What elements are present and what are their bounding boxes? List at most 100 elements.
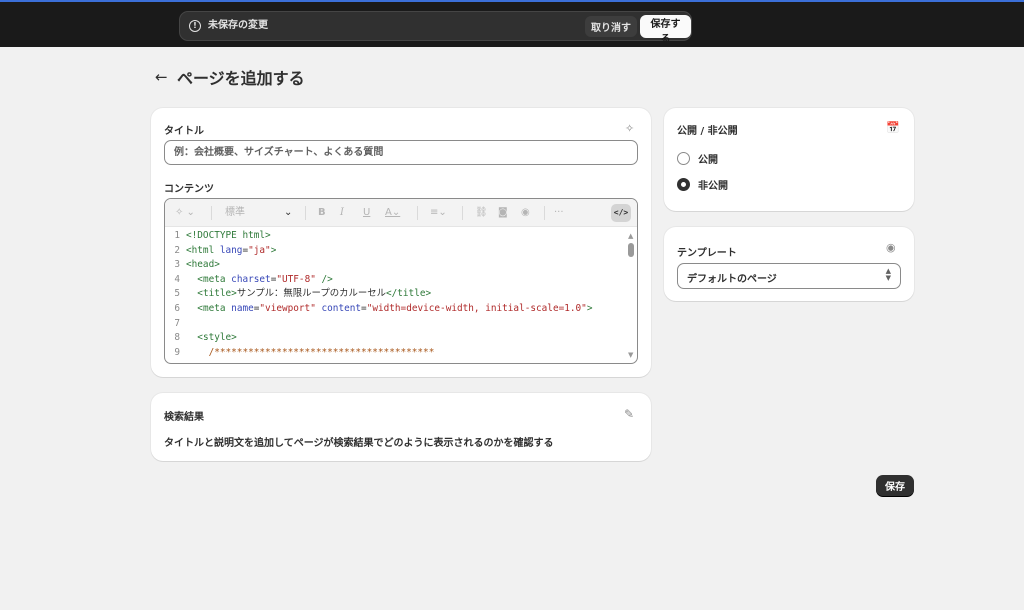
select-arrows-icon: ▲ ▼ [885, 267, 891, 282]
editor-toolbar: ✧ ⌄ 標準 ⌄ B I U A⌄ ≡⌄ ⛓ ◙ ◉ ··· </> [165, 199, 637, 227]
code-token: <meta [197, 273, 232, 285]
back-arrow-icon[interactable]: ← [155, 68, 173, 86]
line-number: 4 [174, 273, 180, 285]
line-number: 3 [174, 259, 180, 271]
code-token: <style> [197, 332, 237, 344]
line-number: 9 [174, 346, 180, 358]
code-token: <html [186, 244, 220, 256]
calendar-clock-icon[interactable]: 📅 [886, 122, 900, 134]
underline-icon[interactable]: U [363, 206, 370, 220]
code-token: </title> [385, 288, 432, 300]
code-line: 6 <meta name="viewport" content="width=d… [165, 302, 627, 317]
save-button[interactable]: 保存 [876, 475, 914, 496]
code-token: "UTF-8" [276, 273, 316, 285]
discard-button[interactable]: 取り消す [585, 16, 637, 37]
toolbar-divider [544, 206, 545, 220]
search-results-label: 検索結果 [164, 412, 204, 423]
code-token: "viewport" [259, 302, 316, 314]
video-icon[interactable]: ◉ [521, 206, 530, 220]
visibility-card: 公開 / 非公開 📅 公開 非公開 [664, 108, 914, 211]
more-icon[interactable]: ··· [554, 206, 564, 220]
code-line: 2 <html lang="ja"> [165, 244, 627, 259]
code-token: "ja" [248, 244, 271, 256]
code-token: lang [219, 244, 243, 256]
line-number: 8 [174, 332, 180, 344]
unsaved-message: 未保存の変更 [208, 20, 268, 31]
toolbar-divider [462, 206, 463, 220]
code-token: name [231, 302, 254, 314]
visibility-option-hidden[interactable]: 非公開 [677, 177, 728, 192]
scroll-down-icon[interactable]: ▼ [628, 351, 633, 359]
code-line: 4 <meta charset="UTF-8" /> [165, 273, 627, 288]
italic-icon[interactable]: I [340, 206, 344, 220]
code-line: 9 /*************************************… [165, 346, 627, 361]
code-token: <meta [197, 302, 232, 314]
code-token: /> [315, 273, 333, 285]
content-label: コンテンツ [164, 184, 214, 195]
link-icon[interactable]: ⛓ [475, 206, 488, 220]
line-number: 5 [174, 288, 180, 300]
alert-icon: ! [189, 20, 201, 32]
template-select[interactable]: デフォルトのページ ▲ ▼ [677, 263, 901, 289]
radio-label: 非公開 [698, 181, 728, 192]
page-title: ページを追加する [177, 69, 305, 88]
code-token: <head> [186, 259, 220, 271]
line-number: 2 [174, 244, 180, 256]
text-style-select[interactable]: 標準 [225, 206, 245, 220]
code-token: /*************************************** [186, 346, 435, 358]
code-line: 1 <!DOCTYPE html> [165, 229, 627, 244]
title-label: タイトル [164, 126, 204, 137]
template-selected-value: デフォルトのページ [687, 274, 777, 285]
save-changes-button[interactable]: 保存する [640, 15, 691, 45]
magic-sparkle-icon[interactable]: ✧ ⌄ [175, 206, 195, 220]
radio-label: 公開 [698, 155, 718, 166]
search-results-card: 検索結果 ✎ タイトルと説明文を追加してページが検索結果でどのように表示されるの… [151, 393, 651, 461]
image-icon[interactable]: ◙ [498, 206, 508, 220]
bold-icon[interactable]: B [318, 206, 326, 220]
line-number: 1 [174, 230, 180, 241]
code-token: <title> [197, 288, 237, 300]
code-token: charset [231, 273, 271, 285]
code-scrollbar[interactable]: ▲ ▼ [625, 229, 637, 363]
code-line: 7 [165, 317, 627, 332]
toolbar-divider [417, 206, 418, 220]
search-results-description: タイトルと説明文を追加してページが検索結果でどのように表示されるのかを確認する [164, 438, 554, 449]
toolbar-divider [211, 206, 212, 220]
code-line: 5 <title>サンプル：無限ループのカルーセル</title> [165, 287, 627, 302]
code-area[interactable]: 1 <!DOCTYPE html> 2 <html lang="ja"> 3 <head>… [165, 229, 627, 363]
title-input[interactable] [164, 140, 638, 165]
code-line: 3 <head> [165, 258, 627, 273]
text-color-icon[interactable]: A⌄ [385, 206, 400, 220]
code-token: > [586, 302, 593, 314]
code-token: サンプル：無限ループのカルーセル [236, 288, 386, 300]
visibility-label: 公開 / 非公開 [677, 126, 738, 137]
code-token: <!DOCTYPE html> [186, 230, 271, 241]
code-view-toggle[interactable]: </> [611, 204, 631, 222]
template-card: テンプレート ◉ デフォルトのページ ▲ ▼ [664, 227, 914, 301]
scroll-up-icon[interactable]: ▲ [628, 232, 633, 240]
align-icon[interactable]: ≡⌄ [430, 206, 447, 220]
page-header: ← ページを追加する [155, 64, 305, 90]
code-token: "width=device-width, initial-scale=1.0" [366, 302, 587, 314]
magic-sparkle-icon[interactable]: ✧ [625, 123, 634, 135]
template-label: テンプレート [677, 248, 737, 259]
radio-button[interactable] [677, 178, 690, 191]
chevron-down-icon: ⌄ [284, 207, 293, 218]
eye-icon[interactable]: ◉ [886, 242, 896, 254]
radio-button[interactable] [677, 152, 690, 165]
scrollbar-thumb[interactable] [628, 243, 634, 257]
line-number: 7 [174, 317, 180, 329]
toolbar-divider [305, 206, 306, 220]
top-bar: ! 未保存の変更 取り消す 保存する [0, 0, 1024, 47]
pencil-icon[interactable]: ✎ [624, 408, 634, 420]
visibility-option-public[interactable]: 公開 [677, 151, 718, 166]
code-line: 8 <style> [165, 331, 627, 346]
code-token: > [270, 244, 277, 256]
rich-text-editor: ✧ ⌄ 標準 ⌄ B I U A⌄ ≡⌄ ⛓ ◙ ◉ ··· </> 1 <!DO… [164, 198, 638, 364]
line-number: 6 [174, 302, 180, 314]
unsaved-changes-bar: ! 未保存の変更 取り消す 保存する [179, 11, 692, 45]
